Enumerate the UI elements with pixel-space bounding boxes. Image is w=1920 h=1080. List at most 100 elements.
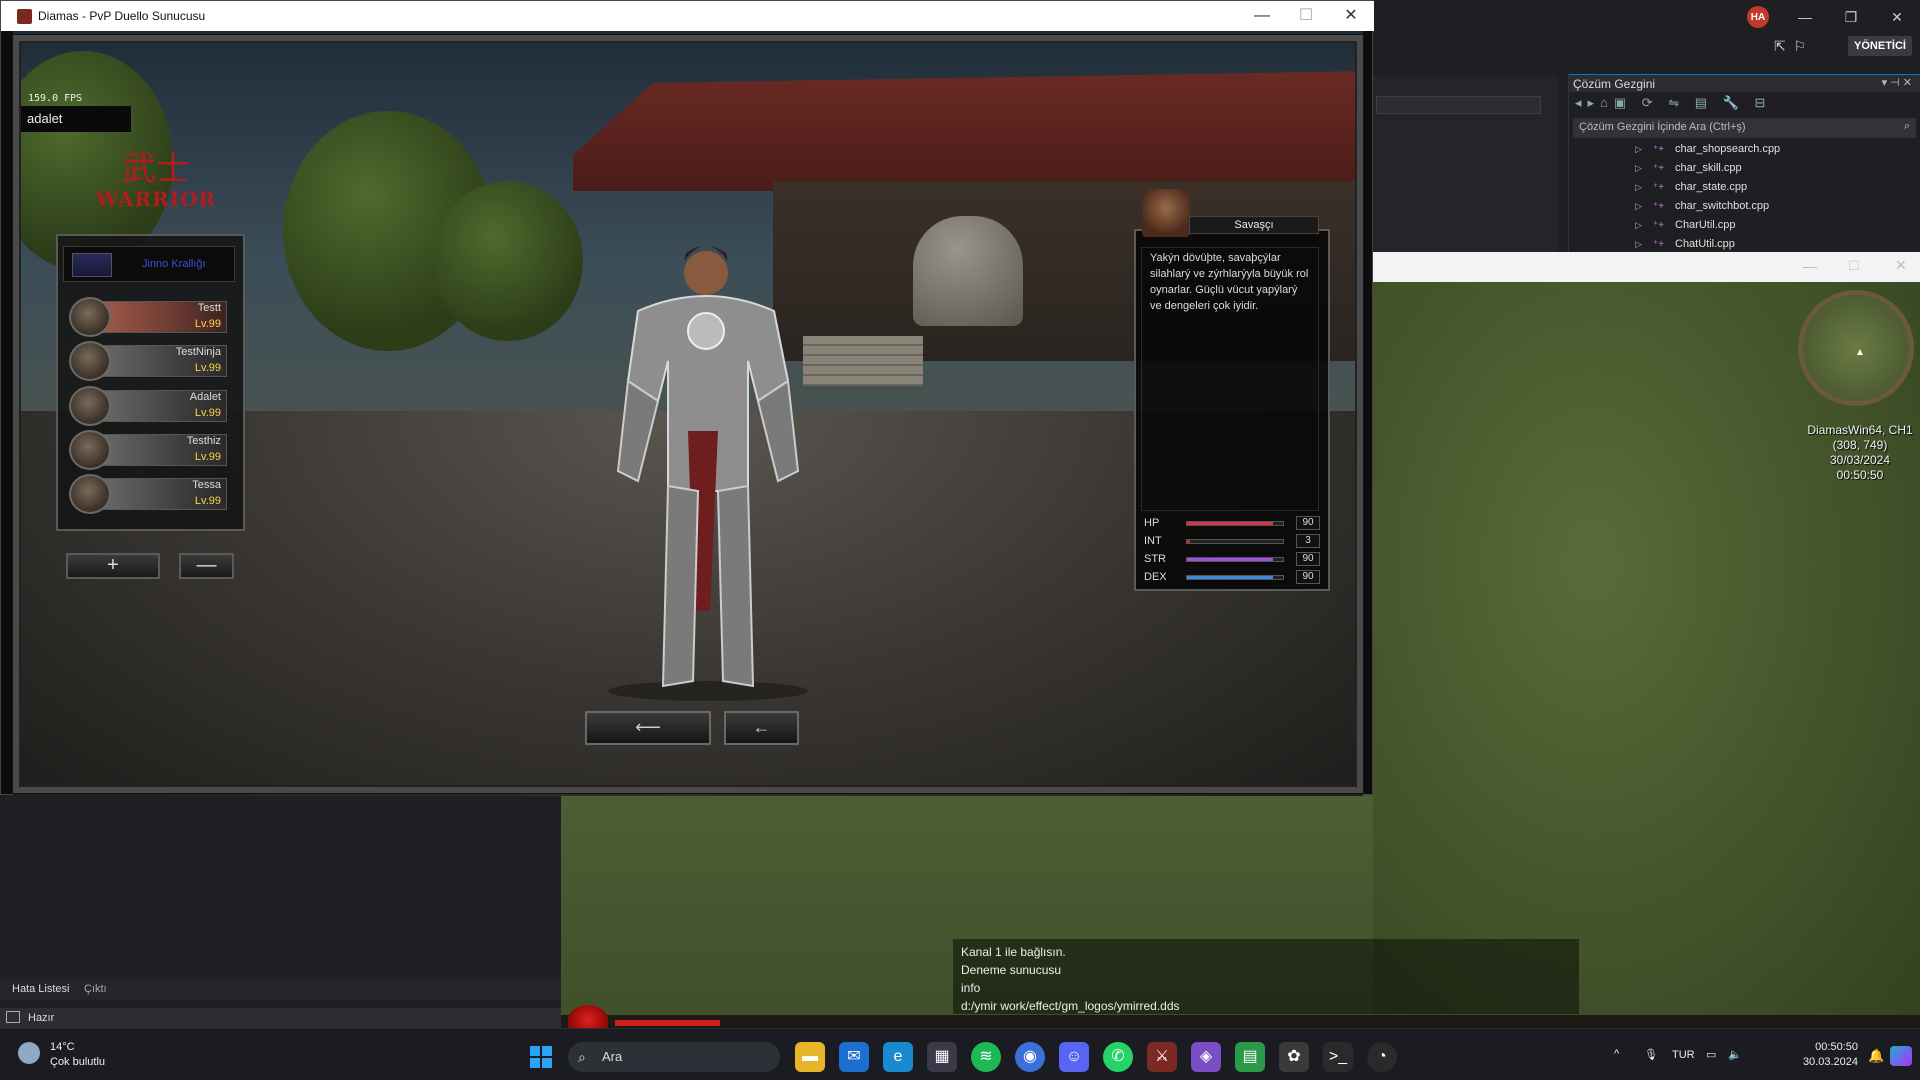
solution-file-item[interactable]: ▷ ⁺+ char_skill.cpp [1569,159,1920,178]
character-name: Testhiz [186,435,221,447]
solution-file-item[interactable]: ▷ ⁺+ CharUtil.cpp [1569,216,1920,235]
character-slot[interactable]: Testt Lv.99 [69,297,229,337]
terminal-icon[interactable]: >_ [1323,1042,1353,1072]
stat-label: INT [1144,535,1162,547]
delete-character-button[interactable]: — [179,553,234,579]
vs-dropdown[interactable] [1376,96,1541,114]
stat-track [1186,521,1284,526]
weather-widget[interactable]: 14°C Çok bulutlu [50,1040,105,1070]
minimize-button[interactable]: — [1241,5,1283,27]
chat-line: info [961,981,981,995]
solution-explorer-toolbar[interactable]: ◂▸⌂▣ ⟳ ⇋ ▤ 🔧 ⊟ [1569,92,1920,116]
visual-studio-icon[interactable]: ◈ [1191,1042,1221,1072]
create-character-button[interactable]: + [66,553,160,579]
game-hud-bar [561,1015,1920,1028]
solution-file-item[interactable]: ▷ ⁺+ char_switchbot.cpp [1569,197,1920,216]
character-name: Adalet [189,391,221,403]
taskbar-clock[interactable]: 00:50:50 30.03.2024 [1778,1040,1858,1070]
search-icon: ⌕ [578,1049,586,1065]
expand-caret-icon[interactable]: ▷ [1635,197,1642,216]
app-icon[interactable]: ◔ [1367,1042,1397,1072]
whatsapp-icon[interactable]: ✆ [1103,1042,1133,1072]
close-button[interactable]: ✕ [1330,5,1372,27]
stat-track [1186,557,1284,562]
edge-icon[interactable]: e [883,1042,913,1072]
close-icon[interactable]: ✕ [1895,257,1907,274]
class-kanji: 武士 [122,149,190,189]
stat-value: 90 [1296,552,1320,566]
solution-file-item[interactable]: ▷ ⁺+ char_shopsearch.cpp [1569,140,1920,159]
start-button[interactable] [530,1046,552,1068]
class-portrait [1142,189,1190,237]
character-slot[interactable]: Adalet Lv.99 [69,386,229,426]
character-slot[interactable]: TestNinja Lv.99 [69,341,229,381]
character-level: Lv.99 [194,318,221,330]
expand-caret-icon[interactable]: ▷ [1635,159,1642,178]
stat-value: 3 [1296,534,1320,548]
maximize-icon[interactable]: ☐ [1848,258,1860,274]
class-logo: 武士 WARRIOR [91,151,221,221]
chat-line: Kanal 1 ile bağlısın. [961,945,1066,959]
stat-row: STR 90 [1144,552,1324,568]
tab-output[interactable]: Çıktı [84,983,107,995]
taskbar-search[interactable]: ⌕ Ara [568,1042,780,1072]
map-info: DiamasWin64, CH1 (308, 749) 30/03/2024 0… [1780,423,1920,483]
character-slot[interactable]: Tessa Lv.99 [69,474,229,514]
store-icon[interactable]: ▦ [927,1042,957,1072]
stat-track [1186,575,1284,580]
app-icon[interactable]: ✿ [1279,1042,1309,1072]
chat-box: Kanal 1 ile bağlısın. Deneme sunucusu in… [953,939,1579,1014]
clock-time: 00:50:50 [1815,1041,1858,1053]
live-share-icon[interactable]: ⇱ ⚐ [1774,38,1806,55]
spotify-icon[interactable]: ≋ [971,1042,1001,1072]
language-indicator[interactable]: TUR [1672,1049,1695,1061]
vs-restore-button[interactable]: ❐ [1836,6,1866,28]
weather-desc: Çok bulutlu [50,1056,106,1068]
kingdom-flag-icon [72,253,112,277]
weather-cloud-icon[interactable] [18,1042,40,1064]
vs-minimize-button[interactable]: — [1790,6,1820,28]
stat-row: INT 3 [1144,534,1324,550]
cpp-file-icon: ⁺+ [1653,163,1665,174]
solution-explorer-header: Çözüm Gezgini ▾ ⊣ ✕ [1569,74,1920,92]
game-app-icon[interactable]: ⚔ [1147,1042,1177,1072]
user-avatar[interactable]: HA [1747,6,1769,28]
notepad-icon[interactable]: ▤ [1235,1042,1265,1072]
expand-caret-icon[interactable]: ▷ [1635,178,1642,197]
file-explorer-icon[interactable]: ▬ [795,1042,825,1072]
solution-explorer: Çözüm Gezgini ▾ ⊣ ✕ ◂▸⌂▣ ⟳ ⇋ ▤ 🔧 ⊟ Çözüm… [1568,74,1920,252]
stat-row: DEX 90 [1144,570,1324,586]
back-button[interactable]: ← [724,711,799,745]
expand-caret-icon[interactable]: ▷ [1635,140,1642,159]
fps-counter: 159.0 FPS [28,93,83,104]
tab-error-list[interactable]: Hata Listesi [12,983,69,995]
character-slot[interactable]: Testhiz Lv.99 [69,430,229,470]
maximize-button[interactable]: ☐ [1285,5,1327,27]
copilot-icon[interactable] [1890,1046,1912,1066]
character-name: Testt [197,302,221,314]
system-tray: ^ 🎙 TUR ▭ 🔈 [1610,1038,1770,1074]
notification-bell-icon[interactable]: 🔔 [1868,1048,1884,1064]
vs-close-button[interactable]: ✕ [1882,6,1912,28]
microphone-icon[interactable]: 🎙 [1644,1048,1658,1061]
minimize-icon[interactable]: — [1803,258,1817,274]
game-window-2-titlebar: — ☐ ✕ [1373,252,1920,282]
character-level: Lv.99 [194,495,221,507]
volume-icon[interactable]: 🔈 [1728,1048,1742,1061]
minimap[interactable]: ▲ [1798,290,1914,406]
clock-date: 30.03.2024 [1802,1056,1858,1068]
browser-icon[interactable]: ◉ [1015,1042,1045,1072]
outlook-icon[interactable]: ✉ [839,1042,869,1072]
class-word: WARRIOR [95,187,217,211]
character-level: Lv.99 [194,362,221,374]
vs-status-bar: Hazır [0,1008,561,1028]
panel-pin-icon[interactable]: ▾ ⊣ ✕ [1882,76,1912,89]
network-icon[interactable]: ▭ [1706,1048,1716,1061]
chevron-up-icon[interactable]: ^ [1614,1048,1619,1060]
chat-line: d:/ymir work/effect/gm_logos/ymirred.dds [961,999,1180,1013]
discord-icon[interactable]: ☺ [1059,1042,1089,1072]
expand-caret-icon[interactable]: ▷ [1635,216,1642,235]
solution-search-input[interactable]: Çözüm Gezgini İçinde Ara (Ctrl+ş) ⌕ [1573,118,1916,138]
start-game-button[interactable]: ⟵ [585,711,711,745]
solution-file-item[interactable]: ▷ ⁺+ char_state.cpp [1569,178,1920,197]
